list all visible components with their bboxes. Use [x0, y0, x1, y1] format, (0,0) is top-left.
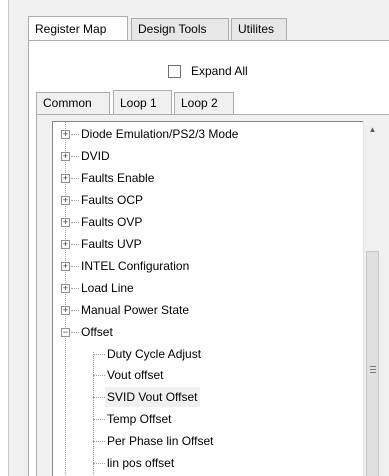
- tab-common[interactable]: Common: [36, 92, 110, 114]
- tree-node-label: Faults OVP: [81, 215, 143, 229]
- expand-all-option[interactable]: Expand All: [168, 63, 248, 79]
- tree-node-label: Duty Cycle Adjust: [107, 347, 202, 361]
- tree-child-item[interactable]: Temp Offset: [53, 409, 363, 429]
- expand-icon[interactable]: +: [61, 130, 70, 139]
- expand-all-checkbox[interactable]: [168, 64, 181, 78]
- tab-design-tools[interactable]: Design Tools: [131, 18, 229, 40]
- tree-child-item[interactable]: Duty Cycle Adjust: [53, 344, 363, 364]
- tree-node-label: Load Line: [81, 281, 134, 295]
- scroll-thumb[interactable]: [366, 251, 379, 476]
- expand-icon[interactable]: +: [61, 262, 70, 271]
- tab-loop-2[interactable]: Loop 2: [174, 92, 234, 114]
- tree-child-item-selected[interactable]: SVID Vout Offset: [53, 387, 363, 407]
- tree-node-label: DVID: [81, 149, 110, 163]
- tree-node[interactable]: + Faults Enable: [53, 168, 363, 188]
- collapse-icon[interactable]: −: [61, 328, 70, 337]
- tree-node[interactable]: + DVID: [53, 146, 363, 166]
- tree-node-label: SVID Vout Offset: [105, 387, 200, 407]
- tree-node[interactable]: + Faults UVP: [53, 234, 363, 254]
- tree-node-label: Per Phase lin Offset: [107, 434, 214, 448]
- tree-node[interactable]: + INTEL Configuration: [53, 256, 363, 276]
- expand-icon[interactable]: +: [61, 218, 70, 227]
- tree-node-label: Faults Enable: [81, 171, 155, 185]
- tree-node-label: Vout offset: [107, 368, 164, 382]
- expand-icon[interactable]: +: [61, 196, 70, 205]
- scroll-up-arrow-icon[interactable]: ▲: [364, 121, 381, 138]
- register-tree[interactable]: + Diode Emulation/PS2/3 Mode + DVID + Fa…: [52, 121, 363, 476]
- tree-node[interactable]: + Diode Emulation/PS2/3 Mode: [53, 124, 363, 144]
- tree-child-item[interactable]: Vout offset: [53, 365, 363, 385]
- tree-child-item[interactable]: lin pos offset: [53, 453, 363, 473]
- tree-node-label: Offset: [81, 325, 113, 339]
- expand-icon[interactable]: +: [61, 306, 70, 315]
- tree-node-label: Faults OCP: [81, 193, 144, 207]
- tree-node[interactable]: + Load Line: [53, 278, 363, 298]
- tab-loop-1[interactable]: Loop 1: [113, 90, 172, 114]
- tree-node-offset[interactable]: − Offset: [53, 322, 363, 342]
- tree-node-label: lin pos offset: [107, 456, 175, 470]
- tree-node-label: Temp Offset: [107, 412, 172, 426]
- expand-all-label: Expand All: [191, 64, 248, 78]
- expand-icon[interactable]: +: [61, 152, 70, 161]
- tree-node-label: Diode Emulation/PS2/3 Mode: [81, 127, 239, 141]
- tree-node-label: Manual Power State: [81, 303, 190, 317]
- tree-node[interactable]: + Faults OVP: [53, 212, 363, 232]
- expand-icon[interactable]: +: [61, 240, 70, 249]
- tree-scrollbar[interactable]: ▲: [363, 121, 381, 476]
- tab-utilites[interactable]: Utilites: [231, 18, 287, 40]
- tree-child-item[interactable]: Per Phase lin Offset: [53, 431, 363, 451]
- expand-icon[interactable]: +: [61, 174, 70, 183]
- tree-node-label: Faults UVP: [81, 237, 142, 251]
- tree-node[interactable]: + Faults OCP: [53, 190, 363, 210]
- tree-node-label: INTEL Configuration: [81, 259, 190, 273]
- tree-node[interactable]: + Manual Power State: [53, 300, 363, 320]
- tab-register-map[interactable]: Register Map: [28, 16, 128, 40]
- expand-icon[interactable]: +: [61, 284, 70, 293]
